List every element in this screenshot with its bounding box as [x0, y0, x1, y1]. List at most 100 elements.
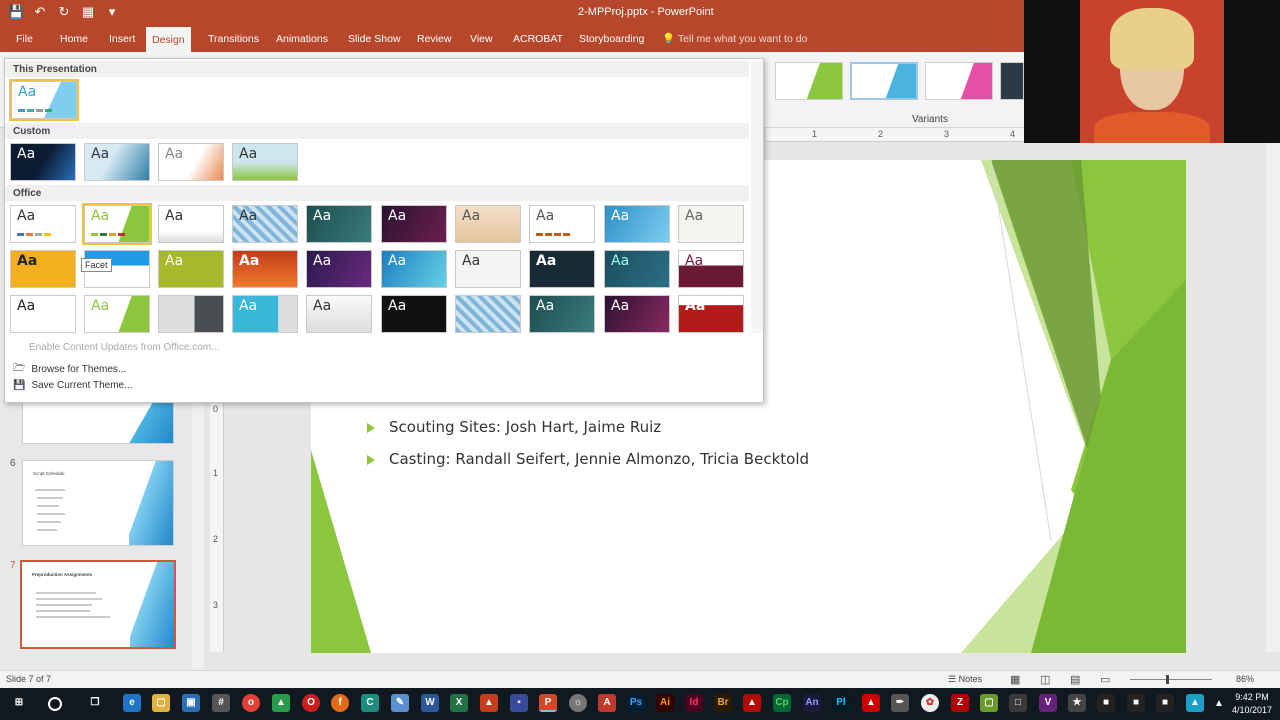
tell-me-search[interactable]: 💡 Tell me what you want to do	[662, 26, 807, 52]
save-current-theme-item[interactable]: 💾 Save Current Theme...	[13, 380, 132, 391]
theme-tile[interactable]: Aa	[455, 205, 521, 243]
theme-tile[interactable]: Aa	[678, 250, 744, 288]
theme-tile[interactable]: Aa	[158, 205, 224, 243]
tab-animations[interactable]: Animations	[270, 26, 334, 52]
prelude-icon[interactable]: Pl	[832, 694, 850, 712]
theme-tile[interactable]: Aa	[10, 143, 76, 181]
google-drive-icon[interactable]: ▲	[272, 694, 290, 712]
tab-acrobat[interactable]: ACROBAT	[507, 26, 569, 52]
theme-tile[interactable]: Aa	[306, 250, 372, 288]
slide-thumbnail-7[interactable]: Preproduction Assignments	[20, 560, 176, 649]
theme-tile[interactable]: Aa	[604, 295, 670, 333]
variant-green[interactable]	[775, 62, 843, 100]
illustrator-icon[interactable]: Ai	[656, 694, 674, 712]
photoshop-icon[interactable]: Ps	[627, 694, 645, 712]
theme-tile[interactable]	[455, 295, 521, 333]
theme-tile[interactable]: Aa	[604, 250, 670, 288]
slide-scrollbar[interactable]	[1266, 142, 1280, 652]
theme-tile[interactable]: Aa	[381, 295, 447, 333]
theme-tile[interactable]: Aa	[84, 143, 150, 181]
theme-tile[interactable]: Aa	[529, 295, 595, 333]
tab-design[interactable]: Design	[146, 27, 191, 52]
slide-thumbnail-5[interactable]	[22, 400, 174, 444]
normal-view-icon[interactable]: ▦	[1010, 673, 1020, 686]
app-icon[interactable]: ■	[1156, 694, 1174, 712]
app-icon[interactable]: ▪	[510, 694, 528, 712]
thumbnails-scrollbar[interactable]	[192, 400, 204, 670]
system-clock[interactable]: 9:42 PM 4/10/2017	[1232, 691, 1272, 717]
tab-file[interactable]: File	[10, 26, 39, 52]
theme-tile[interactable]	[158, 295, 224, 333]
variant-dark[interactable]	[1000, 62, 1024, 100]
browse-for-themes-item[interactable]: 🗁 Browse for Themes...	[13, 361, 126, 378]
theme-tile[interactable]: Aa	[10, 250, 76, 288]
tab-storyboarding[interactable]: Storyboarding	[573, 26, 650, 52]
slide-show-icon[interactable]: ▭	[1100, 673, 1110, 686]
theme-tile[interactable]: Aa	[678, 295, 744, 333]
theme-tile[interactable]: Aa	[678, 205, 744, 243]
app-icon[interactable]: ✒	[891, 694, 909, 712]
gallery-scrollbar[interactable]	[751, 61, 763, 333]
zoom-level[interactable]: 86%	[1236, 674, 1254, 684]
theme-tile[interactable]: Aa	[232, 205, 298, 243]
theme-tile-facet[interactable]: Aa	[82, 203, 152, 245]
camtasia-icon[interactable]: C	[361, 694, 379, 712]
animate-icon[interactable]: An	[803, 694, 821, 712]
theme-tile[interactable]: Aa	[10, 295, 76, 333]
cortana-icon[interactable]	[48, 697, 62, 711]
app-icon[interactable]: ✯	[1068, 694, 1086, 712]
theme-tile[interactable]: Aa	[84, 295, 150, 333]
app-icon[interactable]: ▲	[1186, 694, 1204, 712]
filezilla-icon[interactable]: Z	[951, 694, 969, 712]
chrome-icon[interactable]: o	[242, 694, 260, 712]
slide-thumbnail-6[interactable]: Script Schedule	[22, 460, 174, 546]
variant-blue[interactable]	[850, 62, 918, 100]
windows-start-icon[interactable]: ⊞	[10, 694, 28, 712]
theme-tile[interactable]: Aa	[158, 250, 224, 288]
task-view-icon[interactable]: ❐	[86, 694, 104, 712]
start-from-beginning-icon[interactable]: ▦	[80, 4, 96, 20]
theme-tile[interactable]: Aa	[158, 143, 224, 181]
tab-transitions[interactable]: Transitions	[202, 26, 265, 52]
theme-tile[interactable]: Aa	[455, 250, 521, 288]
app-icon[interactable]: A	[598, 694, 616, 712]
tab-home[interactable]: Home	[54, 26, 94, 52]
tab-slide-show[interactable]: Slide Show	[342, 26, 407, 52]
app-icon[interactable]: □	[1009, 694, 1027, 712]
app-icon[interactable]: ▢	[980, 694, 998, 712]
acrobat-pro-icon[interactable]: ▲	[743, 694, 761, 712]
pdf-icon[interactable]: ▲	[862, 694, 880, 712]
theme-tile[interactable]: Aa	[604, 205, 670, 243]
app-icon[interactable]: ☼	[569, 694, 587, 712]
zoom-slider-thumb[interactable]	[1166, 675, 1169, 684]
powerpoint-icon[interactable]: P	[539, 694, 557, 712]
app-icon[interactable]: ✎	[391, 694, 409, 712]
theme-tile[interactable]: Aa	[381, 205, 447, 243]
tab-view[interactable]: View	[464, 26, 499, 52]
customize-qat-icon[interactable]: ▾	[104, 4, 120, 20]
theme-tile-current[interactable]: Aa	[9, 79, 79, 121]
theme-tile[interactable]: Aa	[381, 250, 447, 288]
indesign-icon[interactable]: Id	[685, 694, 703, 712]
app-icon[interactable]: ■	[1127, 694, 1145, 712]
theme-tile[interactable]: Aa	[306, 205, 372, 243]
slide-bullet[interactable]: Casting: Randall Seifert, Jennie Almonzo…	[367, 450, 809, 468]
visual-studio-icon[interactable]: V	[1039, 694, 1057, 712]
theme-tile[interactable]: Aa	[529, 205, 595, 243]
app-icon[interactable]: ■	[1097, 694, 1115, 712]
captivate-icon[interactable]: Cp	[773, 694, 791, 712]
app-icon[interactable]: ✿	[921, 694, 939, 712]
save-icon[interactable]: 💾	[8, 4, 24, 20]
theme-tile[interactable]: Aa	[232, 250, 298, 288]
tab-insert[interactable]: Insert	[103, 26, 141, 52]
excel-icon[interactable]: X	[450, 694, 468, 712]
tab-review[interactable]: Review	[411, 26, 457, 52]
word-icon[interactable]: W	[421, 694, 439, 712]
file-explorer-icon[interactable]: ▢	[152, 694, 170, 712]
theme-tile[interactable]: Aa	[529, 250, 595, 288]
tray-chevron-icon[interactable]: ▲	[1212, 695, 1226, 713]
slide-bullet[interactable]: Scouting Sites: Josh Hart, Jaime Ruiz	[367, 418, 661, 436]
firefox-icon[interactable]: f	[331, 694, 349, 712]
theme-tile[interactable]: Aa	[10, 205, 76, 243]
undo-icon[interactable]: ↶	[32, 4, 48, 20]
